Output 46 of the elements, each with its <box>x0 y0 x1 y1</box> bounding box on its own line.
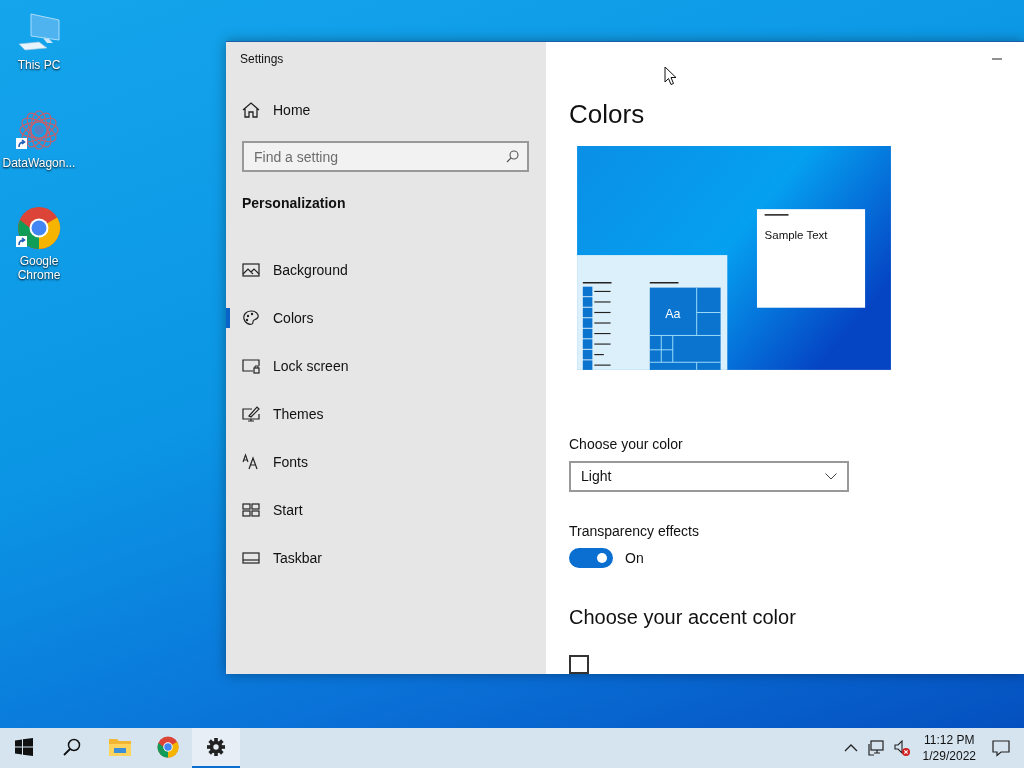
muted-speaker-icon[interactable] <box>893 740 910 756</box>
search-icon[interactable] <box>63 738 81 756</box>
home-icon <box>242 101 260 119</box>
field-label: Choose your color <box>569 435 684 452</box>
start-icon <box>242 501 260 519</box>
notification-icon[interactable] <box>992 739 1010 757</box>
setting-label: Transparency effects <box>569 522 700 539</box>
toggle-state: On <box>625 549 644 566</box>
section-heading: Personalization <box>242 195 347 211</box>
themes-icon <box>242 405 260 423</box>
nav-item[interactable]: Taskbar <box>226 534 546 582</box>
taskbar-icon <box>242 549 260 567</box>
home-link[interactable]: Home <box>242 99 311 121</box>
lock-icon <box>242 357 260 375</box>
sample-text: Sample Text <box>764 228 828 241</box>
clock[interactable]: 11:12 PM 1/29/2022 <box>922 732 976 764</box>
nav-item[interactable]: Start <box>226 486 546 534</box>
tile-text: Aa <box>665 307 681 322</box>
color-dropdown[interactable]: Light <box>569 460 849 492</box>
clock-time: 11:12 PM <box>924 732 975 748</box>
chrome-icon[interactable] <box>156 736 180 758</box>
section-heading: Choose your accent color <box>569 605 797 629</box>
colors-icon <box>242 309 260 327</box>
fonts-icon <box>242 453 260 471</box>
checkbox[interactable] <box>569 654 589 674</box>
page-heading: Colors <box>569 98 646 130</box>
nav-item[interactable]: Lock screen <box>226 342 546 390</box>
search-field[interactable]: Find a setting <box>242 141 529 172</box>
search-icon <box>506 150 519 163</box>
transparency-toggle[interactable] <box>569 547 613 568</box>
flower-pattern-icon <box>17 108 61 152</box>
nav-item[interactable]: Colors <box>226 294 546 342</box>
chrome-icon <box>17 206 61 250</box>
chevron-down-icon <box>825 472 837 480</box>
nav-item[interactable]: Themes <box>226 390 546 438</box>
windows-start-icon[interactable] <box>15 738 33 756</box>
nav-item[interactable]: Background <box>226 246 546 294</box>
folder-icon[interactable] <box>108 736 132 758</box>
clock-date: 1/29/2022 <box>922 748 976 764</box>
nav-item[interactable]: Fonts <box>226 438 546 486</box>
network-icon[interactable] <box>867 740 884 756</box>
background-icon <box>242 261 260 279</box>
window-title: Settings <box>240 52 285 66</box>
cursor-icon <box>664 66 677 86</box>
computer-icon <box>17 10 61 54</box>
settings-icon[interactable] <box>207 738 225 756</box>
